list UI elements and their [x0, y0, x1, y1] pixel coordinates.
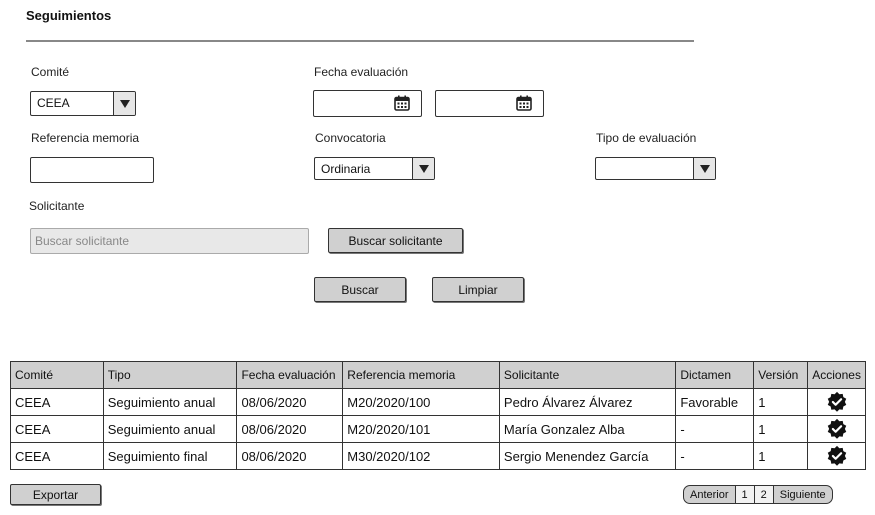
- cell-acciones: [807, 442, 866, 470]
- pagination-next-button[interactable]: Siguiente: [772, 486, 832, 503]
- cell-referencia: M30/2020/102: [342, 442, 500, 470]
- page-title: Seguimientos: [26, 8, 112, 23]
- cell-referencia: M20/2020/101: [342, 415, 500, 443]
- cell-comite: CEEA: [10, 415, 104, 443]
- column-header-comite[interactable]: Comité: [10, 361, 104, 389]
- comite-select-value: CEEA: [37, 96, 70, 110]
- verified-badge-icon[interactable]: [826, 445, 848, 467]
- results-table: Comité Tipo Fecha evaluación Referencia …: [10, 361, 866, 470]
- cell-solicitante: María Gonzalez Alba: [498, 415, 677, 443]
- cell-solicitante: Sergio Menendez García: [498, 442, 677, 470]
- cell-dictamen: -: [675, 442, 755, 470]
- table-row: CEEA Seguimiento anual 08/06/2020 M20/20…: [10, 388, 866, 416]
- cell-dictamen: -: [675, 415, 755, 443]
- fecha-label: Fecha evaluación: [314, 65, 409, 79]
- pagination-page-2[interactable]: 2: [753, 486, 773, 503]
- pagination-prev-button[interactable]: Anterior: [684, 486, 735, 503]
- cell-comite: CEEA: [10, 442, 104, 470]
- table-row: CEEA Seguimiento anual 08/06/2020 M20/20…: [10, 415, 866, 443]
- convocatoria-select-value: Ordinaria: [321, 162, 371, 176]
- limpiar-button[interactable]: Limpiar: [432, 277, 524, 302]
- cell-acciones: [807, 415, 866, 443]
- table-row: CEEA Seguimiento final 08/06/2020 M30/20…: [10, 442, 866, 470]
- cell-referencia: M20/2020/100: [342, 388, 500, 416]
- column-header-dictamen[interactable]: Dictamen: [675, 361, 755, 389]
- solicitante-label: Solicitante: [29, 199, 85, 213]
- pagination: Anterior 1 2 Siguiente: [683, 485, 833, 504]
- verified-badge-icon[interactable]: [826, 418, 848, 440]
- cell-acciones: [807, 388, 866, 416]
- cell-tipo: Seguimiento anual: [102, 415, 238, 443]
- cell-tipo: Seguimiento anual: [102, 388, 238, 416]
- exportar-button[interactable]: Exportar: [10, 484, 101, 505]
- column-header-version[interactable]: Versión: [753, 361, 809, 389]
- verified-badge-icon[interactable]: [826, 391, 848, 413]
- cell-fecha: 08/06/2020: [236, 442, 344, 470]
- buscar-button[interactable]: Buscar: [314, 277, 406, 302]
- cell-dictamen: Favorable: [675, 388, 755, 416]
- column-header-referencia[interactable]: Referencia memoria: [342, 361, 500, 389]
- buscar-solicitante-button[interactable]: Buscar solicitante: [328, 228, 463, 253]
- cell-version: 1: [753, 442, 809, 470]
- calendar-icon[interactable]: [394, 95, 410, 111]
- comite-select[interactable]: CEEA: [30, 91, 136, 116]
- column-header-acciones: Acciones: [807, 361, 866, 389]
- convocatoria-label: Convocatoria: [315, 131, 386, 145]
- chevron-down-icon: [412, 158, 434, 179]
- fecha-hasta-input[interactable]: [435, 90, 544, 117]
- pagination-page-1[interactable]: 1: [734, 486, 754, 503]
- convocatoria-select[interactable]: Ordinaria: [314, 157, 435, 180]
- cell-comite: CEEA: [10, 388, 104, 416]
- tipo-evaluacion-select-value: [596, 158, 693, 179]
- cell-fecha: 08/06/2020: [236, 415, 344, 443]
- cell-solicitante: Pedro Álvarez Álvarez: [498, 388, 677, 416]
- table-header-row: Comité Tipo Fecha evaluación Referencia …: [10, 361, 866, 389]
- column-header-fecha[interactable]: Fecha evaluación: [236, 361, 344, 389]
- cell-version: 1: [753, 388, 809, 416]
- chevron-down-icon: [693, 158, 715, 179]
- solicitante-input[interactable]: Buscar solicitante: [30, 228, 309, 254]
- referencia-input[interactable]: [30, 157, 154, 183]
- chevron-down-icon: [113, 92, 135, 115]
- comite-label: Comité: [31, 65, 70, 79]
- column-header-solicitante[interactable]: Solicitante: [498, 361, 677, 389]
- tipo-evaluacion-label: Tipo de evaluación: [596, 131, 697, 145]
- cell-tipo: Seguimiento final: [102, 442, 238, 470]
- cell-version: 1: [753, 415, 809, 443]
- fecha-desde-input[interactable]: [313, 90, 422, 117]
- column-header-tipo[interactable]: Tipo: [102, 361, 238, 389]
- cell-fecha: 08/06/2020: [236, 388, 344, 416]
- title-divider: [26, 40, 694, 42]
- referencia-label: Referencia memoria: [31, 131, 140, 145]
- calendar-icon[interactable]: [516, 95, 532, 111]
- tipo-evaluacion-select[interactable]: [595, 157, 716, 180]
